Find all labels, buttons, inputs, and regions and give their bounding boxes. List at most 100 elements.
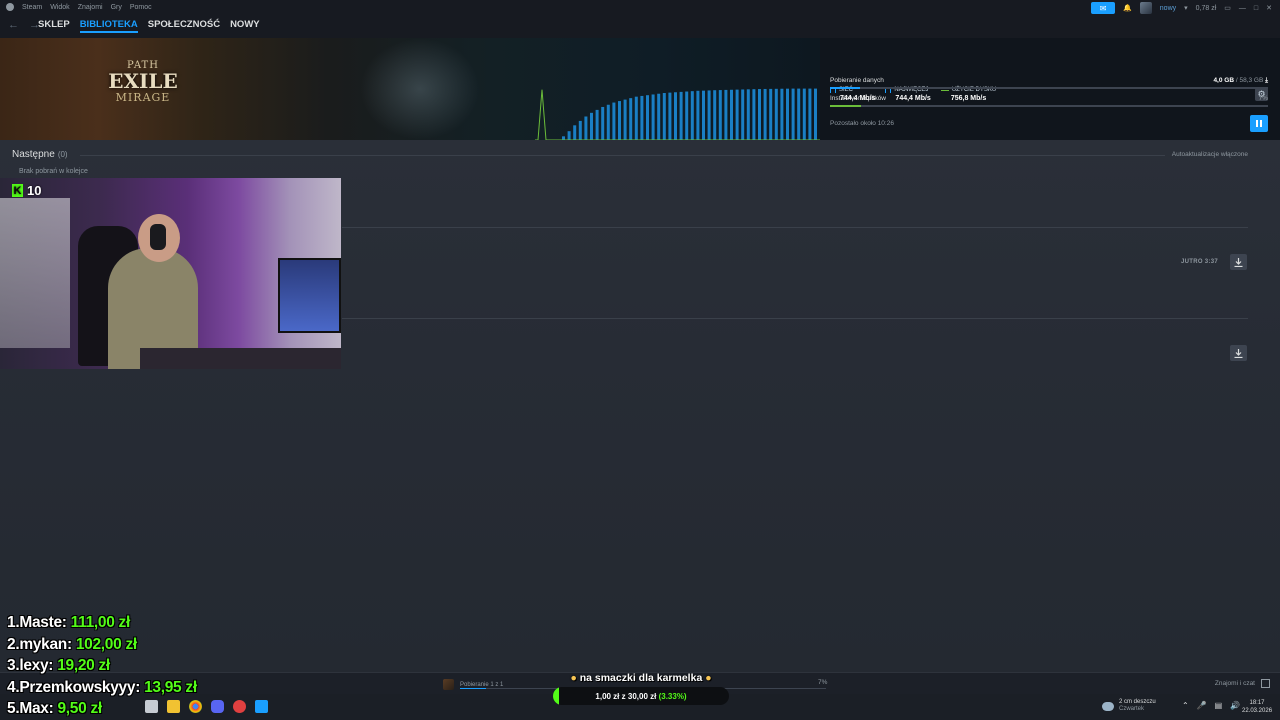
leaderboard-name: Max:: [19, 700, 54, 717]
auto-updates-link[interactable]: Autoaktualizacje włączone: [1172, 151, 1248, 158]
download-value: 4,0 GB: [1213, 77, 1235, 84]
title-bar: Steam Widok Znajomi Gry Pomoc ✉ 🔔 nowy ▾…: [0, 0, 1280, 16]
speed-bar: [567, 131, 571, 140]
speed-bar: [702, 90, 705, 140]
leaderboard-name: Maste:: [19, 614, 67, 631]
speed-bar: [690, 91, 694, 140]
menu-help[interactable]: Pomoc: [130, 4, 152, 11]
stat-value: 756,8 Mb/s: [950, 95, 987, 102]
maximize-icon[interactable]: □: [1254, 5, 1258, 12]
candy-icon: ●: [705, 672, 712, 684]
speed-bar: [668, 92, 672, 140]
empty-queue-text: Brak pobrań w kolejce: [19, 168, 88, 175]
back-arrow-icon[interactable]: ←: [8, 19, 19, 31]
download-button[interactable]: [1230, 254, 1247, 270]
avatar[interactable]: [1139, 2, 1152, 14]
speed-bar: [808, 88, 812, 140]
speed-bar: [646, 95, 649, 140]
leaderboard-entry: 3.lexy: 19,20 zł: [7, 655, 197, 677]
download-button[interactable]: [1230, 345, 1247, 361]
announcements-button[interactable]: ✉: [1091, 2, 1116, 14]
speed-bar: [618, 101, 621, 140]
network-icon[interactable]: ▤: [1215, 701, 1223, 710]
nav-store[interactable]: SKLEP: [38, 19, 70, 33]
leaderboard-rank: 2.: [7, 635, 20, 653]
close-icon[interactable]: ✕: [1266, 4, 1272, 12]
speed-bar: [763, 88, 767, 140]
webcam-overlay: K 10: [0, 178, 341, 369]
download-speed-chart: [535, 88, 820, 140]
logo-exile: EXILE: [108, 69, 178, 93]
nav-library[interactable]: BIBLIOTEKA: [79, 19, 138, 33]
download-status-text: Pobieranie 1 z 1: [460, 681, 504, 688]
obs-icon[interactable]: [233, 700, 246, 713]
speed-bar: [752, 89, 756, 140]
minimize-icon[interactable]: —: [1239, 5, 1246, 12]
menu-bar: Steam Widok Znajomi Gry Pomoc: [6, 3, 152, 11]
download-icon: [1234, 257, 1243, 267]
viewer-count: K 10: [12, 183, 41, 198]
speed-bar: [685, 91, 689, 140]
speed-bar: [718, 90, 722, 140]
chevron-down-icon[interactable]: ▾: [1184, 4, 1188, 12]
download-icon: [1234, 348, 1243, 358]
notifications-bell-icon[interactable]: 🔔: [1123, 4, 1132, 12]
game-thumbnail-icon: [443, 679, 454, 690]
microphone-icon[interactable]: 🎤: [1197, 701, 1207, 710]
volume-icon[interactable]: 🔊: [1230, 701, 1240, 710]
speed-bar: [741, 89, 745, 140]
menu-games[interactable]: Gry: [111, 4, 122, 11]
stat-peak: NAJWIĘCEJ 744,4 Mb/s: [885, 87, 931, 102]
download-progress-track: [830, 87, 1268, 89]
speed-bar: [797, 88, 801, 140]
speed-bar: [623, 99, 627, 140]
speed-bar: [769, 88, 773, 140]
wallet-balance: 0,78 zł: [1195, 4, 1217, 12]
leaderboard-name: lexy:: [19, 657, 54, 674]
install-value: 7%: [1258, 95, 1268, 102]
steam-taskbar-icon[interactable]: [255, 700, 268, 713]
queue-title: Następne: [12, 149, 55, 160]
menu-friends[interactable]: Znajomi: [78, 4, 103, 11]
speed-bar: [629, 98, 633, 140]
menu-view[interactable]: Widok: [50, 4, 69, 11]
donation-goal: ● na smaczki dla karmelka ● 1,00 zł z 30…: [553, 672, 729, 705]
goal-progress-text: 1,00 zł z 30,00 zł (3.33%): [595, 692, 686, 701]
speed-bar: [584, 116, 588, 140]
pause-button[interactable]: [1250, 115, 1268, 132]
speed-bar: [746, 89, 750, 140]
queue-count: (0): [57, 150, 68, 159]
friends-chat-label: Znajomi i czat: [1214, 680, 1255, 687]
nav-community[interactable]: SPOŁECZNOŚĆ: [148, 19, 220, 33]
leaderboard-entry: 2.mykan: 102,00 zł: [7, 634, 197, 656]
speed-bar: [606, 104, 610, 140]
speed-bar: [696, 90, 700, 140]
install-progress-fill: [830, 105, 861, 107]
leaderboard-entry: 1.Maste: 111,00 zł: [7, 612, 197, 634]
chevron-up-icon[interactable]: ⌃: [1182, 701, 1189, 710]
speed-bar: [679, 91, 683, 140]
leaderboard-name: mykan:: [19, 635, 72, 653]
install-progress-track: [830, 105, 1268, 107]
friends-chat-button[interactable]: Znajomi i czat: [1215, 679, 1270, 688]
download-percent: 7%: [818, 679, 828, 686]
nav-profile[interactable]: NOWY: [230, 19, 260, 33]
leaderboard-name: Przemkowskyyy:: [19, 678, 141, 696]
goal-progress-fill: [553, 687, 559, 705]
username[interactable]: nowy: [1160, 5, 1176, 12]
weather-widget[interactable]: 2 cm deszczu Czwartek: [1102, 699, 1156, 713]
clock[interactable]: 18:17 22.03.2026: [1242, 699, 1272, 715]
speed-bar: [786, 88, 789, 140]
divider: [80, 155, 1165, 156]
leaderboard-rank: 4.: [7, 678, 20, 696]
queue-heading: Następne (0): [12, 149, 68, 160]
speed-bar: [612, 102, 616, 140]
big-picture-icon[interactable]: ▭: [1224, 4, 1231, 12]
mini-progress-fill: [460, 688, 486, 689]
leaderboard-rank: 3.: [7, 657, 20, 674]
discord-icon[interactable]: [211, 700, 224, 713]
goal-current: 1,00 zł: [595, 691, 620, 701]
goal-percent: (3.33%): [658, 691, 687, 701]
menu-steam[interactable]: Steam: [22, 4, 42, 11]
stat-disk: UŻYCIE DYSKU 756,8 Mb/s: [940, 87, 996, 102]
